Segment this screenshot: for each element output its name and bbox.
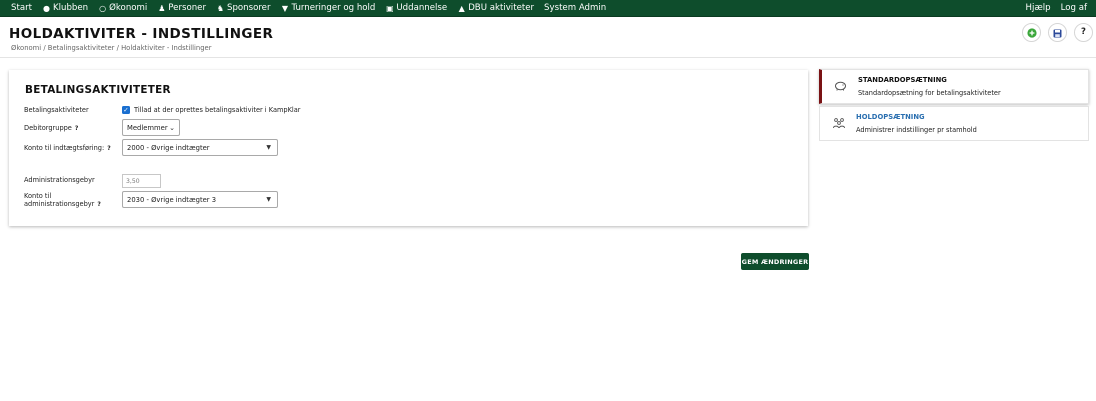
allow-checkbox[interactable]: ✓ (122, 106, 130, 114)
caret-down-icon: ▼ (266, 144, 271, 151)
side-item-desc: Administrer indstillinger pr stamhold (856, 126, 977, 134)
admin-fee-label: Administrationsgebyr (24, 176, 95, 184)
nav-left: Start ● Klubben ○ Økonomi ♟ Personer ♞ Spons… (0, 0, 611, 16)
caret-down-icon: ▼ (266, 196, 271, 203)
settings-card: BETALINGSAKTIVITETER Betalingsaktivitete… (9, 70, 808, 226)
graduation-icon: ▲ (458, 3, 465, 13)
side-item-standardopsaetning[interactable]: STANDARDOPSÆTNING Standardopsætning for … (819, 69, 1089, 104)
admin-konto-label: Konto til administrationsgebyr? (24, 192, 101, 209)
help-mark-icon[interactable]: ? (75, 125, 78, 133)
page-title: HOLDAKTIVITER - INDSTILLINGER (9, 26, 274, 42)
admin-fee-input[interactable]: 3,50 (122, 174, 161, 188)
screen-icon: ▣ (386, 3, 394, 13)
chevron-down-icon: ⌄ (169, 124, 175, 132)
plus-circle-icon (1026, 23, 1037, 42)
group-icon: ● (43, 3, 50, 13)
allow-checkbox-row[interactable]: ✓ Tillad at der oprettes betalingsaktivi… (122, 106, 301, 114)
top-navigation: Start ● Klubben ○ Økonomi ♟ Personer ♞ Spons… (0, 0, 1096, 17)
nav-system-admin[interactable]: System Admin (539, 0, 611, 16)
konto-label: Konto til indtægtsføring:? (24, 144, 111, 153)
nav-right: Hjælp Log af (1020, 0, 1096, 16)
betalingsaktiviteter-label: Betalingsaktiviteter (24, 106, 89, 114)
side-item-title: HOLDOPSÆTNING (856, 113, 925, 121)
trophy-icon: ▼ (281, 3, 289, 13)
admin-konto-select[interactable]: 2030 - Øvrige indtægter 3 ▼ (122, 191, 278, 208)
header-divider (0, 57, 1096, 58)
side-item-holdopsaetning[interactable]: HOLDOPSÆTNING Administrer indstillinger … (819, 106, 1089, 141)
breadcrumb: Økonomi / Betalingsaktiviteter / Holdakt… (11, 44, 212, 52)
debitorgruppe-label: Debitorgruppe? (24, 124, 79, 133)
nav-okonomi[interactable]: ○ Økonomi (93, 0, 152, 16)
nav-help[interactable]: Hjælp (1020, 0, 1055, 16)
nav-sponsorer[interactable]: ♞ Sponsorer (211, 0, 276, 16)
coin-icon: ○ (99, 3, 107, 13)
person-icon: ♟ (158, 3, 166, 13)
nav-turneringer[interactable]: ▼ Turneringer og hold (276, 0, 381, 16)
nav-dbu-aktiviteter[interactable]: ▲ DBU aktiviteter (452, 0, 539, 16)
nav-logout[interactable]: Log af (1056, 0, 1092, 16)
nav-klubben[interactable]: ● Klubben (37, 0, 93, 16)
allow-checkbox-label: Tillad at der oprettes betalingsaktivite… (134, 106, 301, 114)
side-item-desc: Standardopsætning for betalingsaktivitet… (858, 89, 1001, 97)
side-item-title: STANDARDOPSÆTNING (858, 76, 947, 84)
piggy-bank-icon (834, 80, 847, 94)
help-mark-icon[interactable]: ? (107, 145, 110, 153)
card-title: BETALINGSAKTIVITETER (25, 84, 171, 96)
team-icon (832, 117, 846, 132)
add-button[interactable] (1022, 23, 1041, 42)
debitorgruppe-select[interactable]: Medlemmer ⌄ (122, 119, 180, 136)
konto-select[interactable]: 2000 - Øvrige indtægter ▼ (122, 139, 278, 156)
sponsor-icon: ♞ (216, 3, 225, 13)
nav-start[interactable]: Start (6, 0, 37, 16)
help-button[interactable]: ? (1074, 23, 1093, 42)
help-icon: ? (1081, 27, 1086, 38)
nav-uddannelse[interactable]: ▣ Uddannelse (380, 0, 452, 16)
floppy-icon (1053, 23, 1062, 42)
help-mark-icon[interactable]: ? (97, 201, 100, 209)
save-icon-button[interactable] (1048, 23, 1067, 42)
save-changes-button[interactable]: GEM ÆNDRINGER (741, 253, 809, 270)
nav-personer[interactable]: ♟ Personer (152, 0, 211, 16)
